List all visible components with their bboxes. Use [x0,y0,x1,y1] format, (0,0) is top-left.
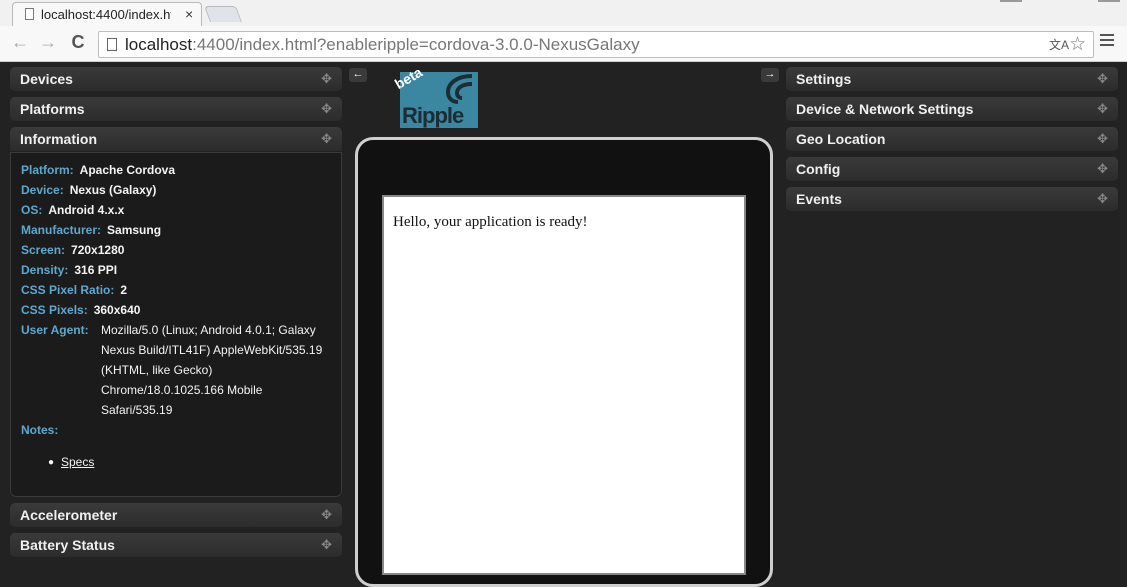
panel-title: Accelerometer [20,507,118,523]
browser-toolbar: ← → C localhost:4400/index.html?enableri… [0,26,1127,62]
info-os: OS: Android 4.x.x [21,203,125,217]
info-platform: Platform: Apache Cordova [21,163,176,177]
bookmark-star-icon[interactable]: ☆ [1069,33,1086,56]
collapse-right-button[interactable]: → [761,68,779,82]
app-message: Hello, your application is ready! [393,214,588,230]
expand-icon[interactable]: ✥ [321,101,332,117]
browser-tab[interactable]: localhost:4400/index.html × [12,2,202,26]
panel-settings[interactable]: Settings ✥ [786,67,1118,91]
panel-geo-location[interactable]: Geo Location ✥ [786,127,1118,151]
panel-title: Platforms [20,101,85,117]
translate-icon[interactable]: 文A [1049,36,1069,53]
info-device: Device: Nexus (Galaxy) [21,183,157,197]
expand-icon[interactable]: ✥ [1097,191,1108,207]
panel-title: Devices [20,71,73,87]
ripple-waves-icon [445,74,473,104]
address-bar[interactable]: localhost:4400/index.html?enableripple=c… [98,31,1094,58]
panel-title: Battery Status [20,537,115,553]
panel-title: Events [796,191,842,207]
panel-accelerometer[interactable]: Accelerometer ✥ [10,503,342,527]
expand-icon[interactable]: ✥ [321,507,332,523]
back-icon[interactable]: ← [10,32,30,53]
panel-title: Information [20,131,97,147]
info-user-agent-label: User Agent: [21,323,89,337]
info-notes-label: Notes: [21,423,59,437]
tab-title: localhost:4400/index.html [41,7,171,22]
panel-information[interactable]: Information ✥ [10,127,342,151]
device-screen[interactable]: Hello, your application is ready! [382,195,746,575]
close-window-icon[interactable] [1098,0,1120,2]
user-agent-line: Nexus Build/ITL41F) AppleWebKit/535.19 [101,343,323,357]
info-density: Density: 316 PPI [21,263,118,277]
panel-battery-status[interactable]: Battery Status ✥ [10,533,342,557]
expand-icon[interactable]: ✥ [321,537,332,553]
expand-icon[interactable]: ✥ [1097,101,1108,117]
expand-icon[interactable]: ✥ [1097,71,1108,87]
panel-platforms[interactable]: Platforms ✥ [10,97,342,121]
reload-icon[interactable]: C [68,32,88,53]
panel-title: Config [796,161,841,177]
expand-icon[interactable]: ✥ [321,131,332,147]
specs-link[interactable]: Specs [61,455,94,469]
panel-device-network-settings[interactable]: Device & Network Settings ✥ [786,97,1118,121]
panel-events[interactable]: Events ✥ [786,187,1118,211]
url-path: :4400/index.html?enableripple=cordova-3.… [192,35,640,54]
ripple-logo: beta Ripple [392,64,478,128]
menu-icon[interactable] [1100,34,1114,49]
panel-title: Settings [796,71,852,87]
panel-title: Geo Location [796,131,886,147]
url-host: localhost [125,35,193,54]
beta-label: beta [391,63,425,93]
page-icon [25,8,34,20]
panel-config[interactable]: Config ✥ [786,157,1118,181]
url-text[interactable]: localhost:4400/index.html?enableripple=c… [125,35,640,55]
bullet-icon: ● [48,457,55,468]
info-manufacturer: Manufacturer: Samsung [21,223,162,237]
panel-title: Device & Network Settings [796,101,974,117]
minimize-icon[interactable] [1000,0,1022,2]
panel-devices[interactable]: Devices ✥ [10,67,342,91]
info-css-pixel-ratio: CSS Pixel Ratio: 2 [21,283,128,297]
expand-icon[interactable]: ✥ [321,71,332,87]
collapse-left-button[interactable]: ← [349,68,367,82]
document-icon [107,38,117,51]
expand-icon[interactable]: ✥ [1097,161,1108,177]
user-agent-line: (KHTML, like Gecko) [101,363,213,377]
user-agent-line: Mozilla/5.0 (Linux; Android 4.0.1; Galax… [101,323,316,337]
tab-strip: localhost:4400/index.html × [0,0,1127,26]
window-controls [1000,0,1127,4]
user-agent-line: Chrome/18.0.1025.166 Mobile [101,383,263,397]
close-tab-icon[interactable]: × [185,6,193,22]
info-css-pixels: CSS Pixels: 360x640 [21,303,141,317]
info-screen: Screen: 720x1280 [21,243,125,257]
forward-icon[interactable]: → [38,32,58,53]
user-agent-line: Safari/535.19 [101,403,173,417]
logo-text: Ripple [402,103,464,128]
expand-icon[interactable]: ✥ [1097,131,1108,147]
new-tab-button[interactable] [204,6,242,22]
information-panel-body: Platform: Apache Cordova Device: Nexus (Ga… [10,152,342,497]
